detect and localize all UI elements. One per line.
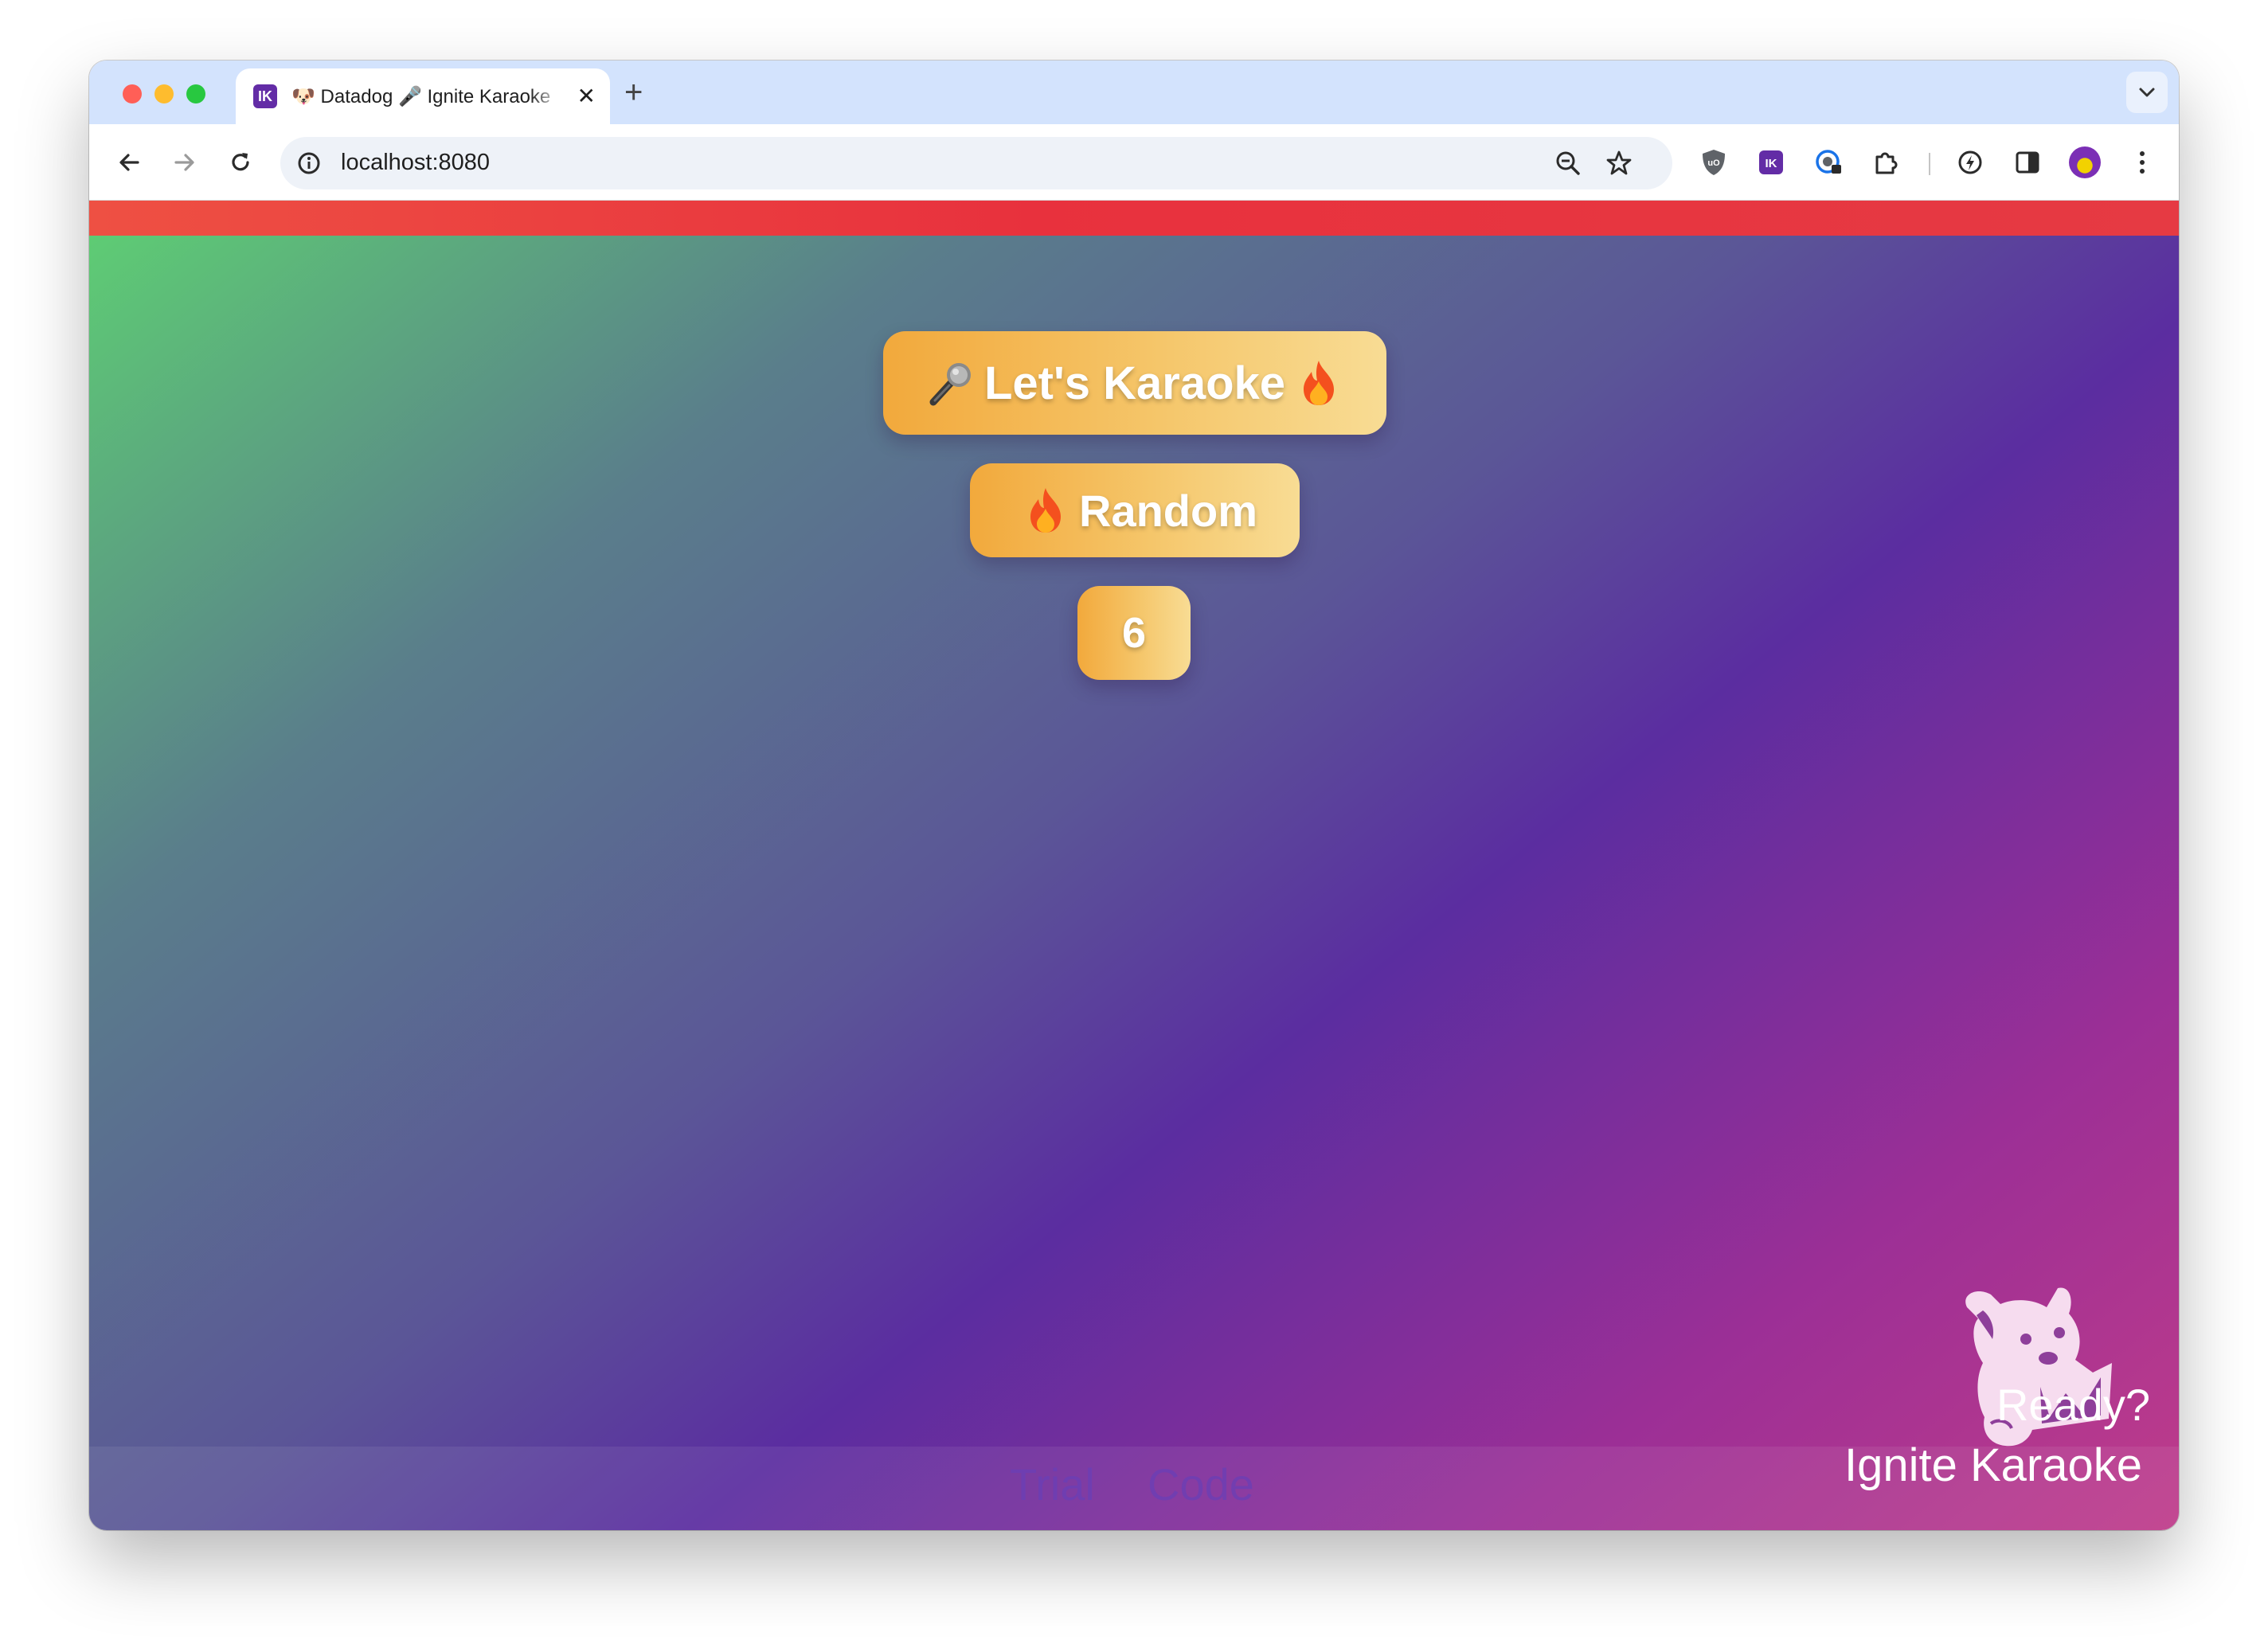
reload-icon <box>232 153 249 171</box>
arrow-right-icon <box>174 154 194 171</box>
svg-text:IK: IK <box>1766 157 1777 170</box>
svg-text:uO: uO <box>1707 158 1720 168</box>
tab-title: 🐶 Datadog 🎤 Ignite Karaoke <box>291 85 551 107</box>
minimize-window-button[interactable] <box>154 84 174 103</box>
favicon-icon: IK <box>253 84 277 108</box>
top-accent-bar <box>89 201 2179 236</box>
maximize-window-button[interactable] <box>186 84 205 103</box>
new-tab-button[interactable]: + <box>624 75 643 110</box>
performance-extension-icon[interactable] <box>1953 145 1988 180</box>
datadog-mascot-icon <box>1965 1287 2112 1447</box>
zoom-out-icon[interactable] <box>1554 150 1582 177</box>
profile-avatar[interactable] <box>2069 146 2101 178</box>
trial-link[interactable]: Trial <box>1010 1459 1095 1510</box>
side-panel-icon[interactable] <box>2010 145 2045 180</box>
forward-button[interactable] <box>166 143 204 182</box>
fire-icon <box>1020 485 1071 536</box>
lets-karaoke-label: Let's Karaoke <box>983 357 1286 409</box>
close-tab-icon[interactable]: ✕ <box>577 84 596 108</box>
code-link[interactable]: Code <box>1148 1459 1254 1510</box>
back-button[interactable] <box>110 143 148 182</box>
fire-icon <box>1293 357 1344 408</box>
browser-window: IK 🐶 Datadog 🎤 Ignite Karaoke ✕ + localh… <box>89 61 2179 1530</box>
url-text[interactable]: localhost:8080 <box>341 150 490 176</box>
close-window-button[interactable] <box>123 84 142 103</box>
browser-menu-icon[interactable] <box>2125 145 2160 180</box>
count-badge[interactable]: 6 <box>1077 586 1191 680</box>
chevron-down-icon <box>2139 88 2155 97</box>
page-content: Let's Karaoke Random 6 Trial Code Ready?… <box>89 201 2179 1530</box>
extensions-puzzle-icon[interactable] <box>1868 145 1903 180</box>
tab-strip: IK 🐶 Datadog 🎤 Ignite Karaoke ✕ + <box>89 61 2179 124</box>
random-button[interactable]: Random <box>970 463 1300 557</box>
reload-button[interactable] <box>221 143 260 182</box>
microphone-icon <box>925 357 976 408</box>
ublock-extension-icon[interactable]: uO <box>1696 145 1731 180</box>
random-label: Random <box>1079 485 1257 536</box>
ready-text: Ready? <box>1996 1380 2150 1430</box>
address-bar[interactable]: localhost:8080 <box>280 137 1672 189</box>
ignite-extension-icon[interactable]: IK <box>1754 145 1789 180</box>
password-manager-extension-icon[interactable] <box>1811 145 1846 180</box>
tab-search-button[interactable] <box>2126 72 2168 113</box>
brand-title: Ignite Karaoke <box>1844 1439 2142 1491</box>
lets-karaoke-button[interactable]: Let's Karaoke <box>883 331 1386 435</box>
toolbar-separator <box>1929 153 1930 175</box>
browser-tab-active[interactable]: IK 🐶 Datadog 🎤 Ignite Karaoke ✕ <box>236 68 610 124</box>
arrow-left-icon <box>119 154 139 171</box>
browser-toolbar: localhost:8080 uO IK <box>89 124 2179 201</box>
info-icon[interactable] <box>296 150 322 176</box>
bookmark-star-icon[interactable] <box>1605 150 1633 177</box>
